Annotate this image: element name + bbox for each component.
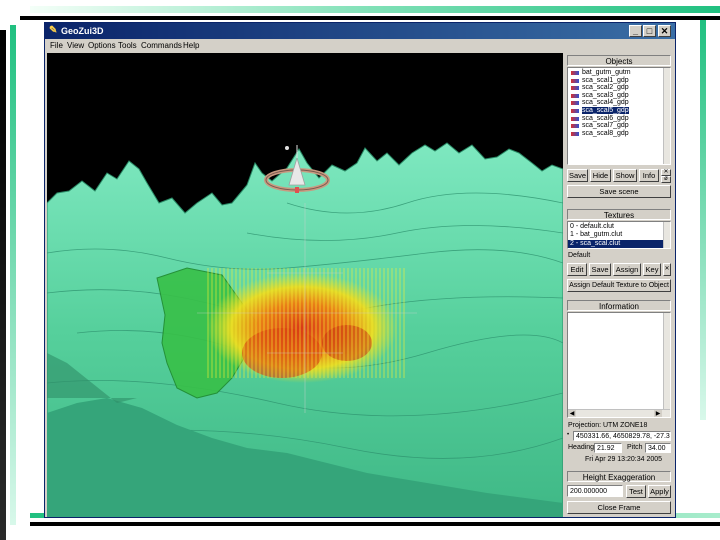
dataset-icon [571, 124, 579, 129]
save-texture-button[interactable]: Save [589, 263, 611, 276]
object-item[interactable]: sca_scal8_gdp [568, 130, 670, 138]
3d-viewport[interactable] [47, 53, 563, 517]
menu-bar: File View Options Tools Commands Help [45, 39, 675, 53]
object-item-label: sca_scal8_gdp [582, 129, 629, 137]
information-scrollbar-h[interactable]: ◀ ▶ [568, 409, 670, 417]
dataset-icon [571, 93, 579, 98]
object-item[interactable]: sca_scal7_gdp [568, 122, 670, 130]
scroll-left-icon[interactable]: ◀ [568, 410, 576, 417]
heading-label: Heading [568, 444, 595, 451]
object-item-label: bat_gutm_gutm [582, 69, 631, 76]
coordinates-field[interactable]: 450331.66, 4650829.78, -27.33 [573, 431, 671, 441]
menu-help[interactable]: Help [183, 41, 199, 50]
textures-scrollbar[interactable] [663, 222, 670, 248]
assign-default-texture-button[interactable]: Assign Default Texture to Object [567, 279, 671, 292]
save-object-button[interactable]: Save [567, 169, 588, 182]
title-bar[interactable]: ✎ GeoZui3D _ □ ✕ [45, 23, 675, 39]
texture-item[interactable]: 0 - default.clut [568, 223, 663, 231]
object-item-label: sca_scal7_gdp [582, 122, 629, 130]
minimize-button[interactable]: _ [629, 25, 642, 37]
slide-decor-left-black [0, 30, 6, 540]
menu-view[interactable]: View [67, 41, 84, 50]
menu-options[interactable]: Options [88, 41, 116, 50]
object-item-label: sca_scal4_gdp [582, 99, 629, 107]
dataset-icon [571, 108, 579, 113]
dataset-icon [571, 86, 579, 91]
object-item-label: sca_scal1_gdp [582, 76, 629, 84]
slide-decor-bottom-black [30, 522, 720, 526]
key-texture-button[interactable]: Key [643, 263, 661, 276]
dataset-icon [571, 78, 579, 83]
show-object-button[interactable]: Show [613, 169, 637, 182]
dataset-icon [571, 131, 579, 136]
textures-list[interactable]: 0 - default.clut 1 - bat_gutm.clut 2 - sca… [567, 221, 671, 249]
close-frame-button[interactable]: Close Frame [567, 501, 671, 514]
object-item[interactable]: sca_scal2_gdp [568, 84, 670, 92]
control-panel: Objects bat_gutm_gutm sca_scal1_gdp sca_sc… [565, 53, 673, 517]
edit-texture-button[interactable]: Edit [567, 263, 587, 276]
info-object-button[interactable]: Info [639, 169, 659, 182]
dataset-icon [571, 116, 579, 121]
object-item-label: sca_scal6_gdp [582, 114, 629, 122]
information-text-area[interactable]: ◀ ▶ [567, 312, 671, 418]
object-item-label: sca_scal3_gdp [582, 91, 629, 99]
objects-scrollbar[interactable] [663, 68, 670, 164]
objects-header: Objects [567, 55, 671, 66]
save-scene-button[interactable]: Save scene [567, 185, 671, 198]
texture-item[interactable]: 1 - bat_gutm.clut [568, 231, 663, 239]
object-item[interactable]: sca_scal5_gdp [568, 106, 670, 115]
dataset-icon [571, 71, 579, 75]
menu-commands[interactable]: Commands [141, 41, 182, 50]
dataset-icon [571, 101, 579, 106]
projection-value: UTM ZONE18 [603, 422, 648, 429]
remove-object-icon[interactable]: ✕ [661, 169, 671, 176]
close-window-button[interactable]: ✕ [658, 25, 671, 37]
object-item[interactable]: sca_scal1_gdp [568, 77, 670, 85]
app-icon: ✎ [49, 25, 58, 36]
test-exaggeration-button[interactable]: Test [626, 485, 646, 498]
projection-label: Projection: [568, 422, 602, 429]
objects-list[interactable]: bat_gutm_gutm sca_scal1_gdp sca_scal2_gdp s… [567, 67, 671, 165]
heading-field[interactable]: 21.92 [594, 443, 622, 453]
information-scrollbar-v[interactable] [663, 313, 670, 409]
reset-object-icon[interactable]: ø [661, 176, 671, 183]
slide-decor-right-green [700, 20, 706, 420]
texture-item[interactable]: 2 - sca_scal.clut [568, 239, 663, 248]
menu-file[interactable]: File [50, 41, 63, 50]
apply-exaggeration-button[interactable]: Apply [648, 485, 671, 498]
pitch-field[interactable]: 34.00 [645, 443, 671, 453]
object-item-label: sca_scal2_gdp [582, 84, 629, 92]
terrain-render [47, 142, 563, 517]
default-texture-label: Default [568, 252, 591, 259]
slide-decor-top-black [20, 16, 720, 20]
slide-decor-left-green [10, 25, 16, 525]
object-item[interactable]: sca_scal6_gdp [568, 115, 670, 123]
maximize-button[interactable]: □ [643, 25, 656, 37]
object-item-label: sca_scal5_gdp [582, 106, 629, 114]
window-title: GeoZui3D [61, 26, 104, 36]
coords-dot-icon: • [567, 432, 570, 438]
menu-tools[interactable]: Tools [118, 41, 137, 50]
object-item[interactable]: bat_gutm_gutm [568, 69, 670, 77]
hide-object-button[interactable]: Hide [590, 169, 611, 182]
height-exaggeration-header: Height Exaggeration [567, 471, 671, 482]
slide-decor-top-green [30, 6, 720, 13]
information-header: Information [567, 300, 671, 311]
object-item[interactable]: sca_scal4_gdp [568, 99, 670, 107]
pitch-label: Pitch [627, 444, 643, 451]
datetime-display: Fri Apr 29 13:20:34 2005 [585, 456, 663, 463]
textures-header: Textures [567, 209, 671, 220]
remove-texture-icon[interactable]: ✕ [663, 263, 671, 276]
object-item[interactable]: sca_scal3_gdp [568, 92, 670, 100]
scroll-right-icon[interactable]: ▶ [654, 410, 662, 417]
assign-texture-button[interactable]: Assign [613, 263, 641, 276]
height-exaggeration-input[interactable]: 200.000000 [567, 485, 623, 497]
app-window: ✎ GeoZui3D _ □ ✕ File View Options Tools… [44, 22, 676, 518]
